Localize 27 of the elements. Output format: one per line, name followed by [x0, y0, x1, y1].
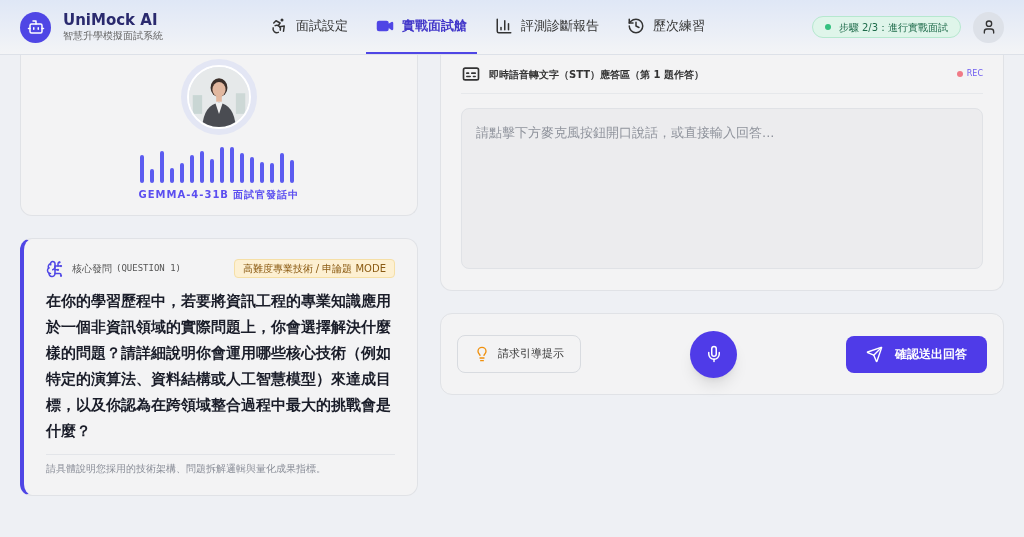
tab-icon	[270, 17, 288, 35]
rec-label: REC	[966, 68, 983, 80]
brand-name: UniMock AI	[63, 11, 159, 30]
question-number: (QUESTION 1)	[116, 261, 182, 275]
answer-title: 即時語音轉文字（STT）應答區（第 1 題作答）	[489, 67, 704, 82]
step-text: 步驟 2/3：進行實戰面試	[838, 20, 948, 35]
nav-tab[interactable]: 面試設定	[260, 0, 358, 54]
question-label: 核心發問	[72, 262, 112, 276]
nav-tab[interactable]: 評測診斷報告	[485, 0, 609, 54]
question-hint: 請具體說明您採用的技術架構、問題拆解邏輯與量化成果指標。	[46, 462, 327, 476]
microphone-button[interactable]	[690, 330, 737, 378]
tab-icon	[495, 17, 513, 35]
brand-subtitle: 智慧升學模擬面試系統	[63, 30, 163, 43]
submit-button[interactable]: 確認送出回答	[846, 335, 987, 373]
tab-icon	[627, 17, 645, 35]
send-icon	[866, 345, 883, 363]
lightbulb-icon	[474, 346, 490, 362]
hint-button[interactable]: 請求引導提示	[457, 335, 581, 373]
brain-icon	[46, 259, 64, 278]
interviewer-status: GEMMA-4-31B 面試官發話中	[138, 188, 300, 202]
question-text: 在你的學習歷程中，若要將資訊工程的專業知識應用於一個非資訊領域的實際問題上，你會選擇解決什麼樣的問題？請詳細說明你會運用哪些核心技術（例如特定的演算法、資料結構或人工智慧模型）來達成目標，以及你認為在跨領域整合過程中最大的挑戰會是什麼？	[46, 291, 392, 442]
captions-icon	[461, 64, 481, 84]
answer-field[interactable]: 請點擊下方麥克風按鈕開口說話，或直接輸入回答...	[461, 108, 983, 269]
profile-button[interactable]	[973, 11, 1004, 43]
nav-tab[interactable]: 歷次練習	[617, 0, 715, 54]
mode-badge: 高難度專業技術 / 申論題 MODE	[233, 259, 395, 278]
logo-icon	[20, 11, 51, 43]
